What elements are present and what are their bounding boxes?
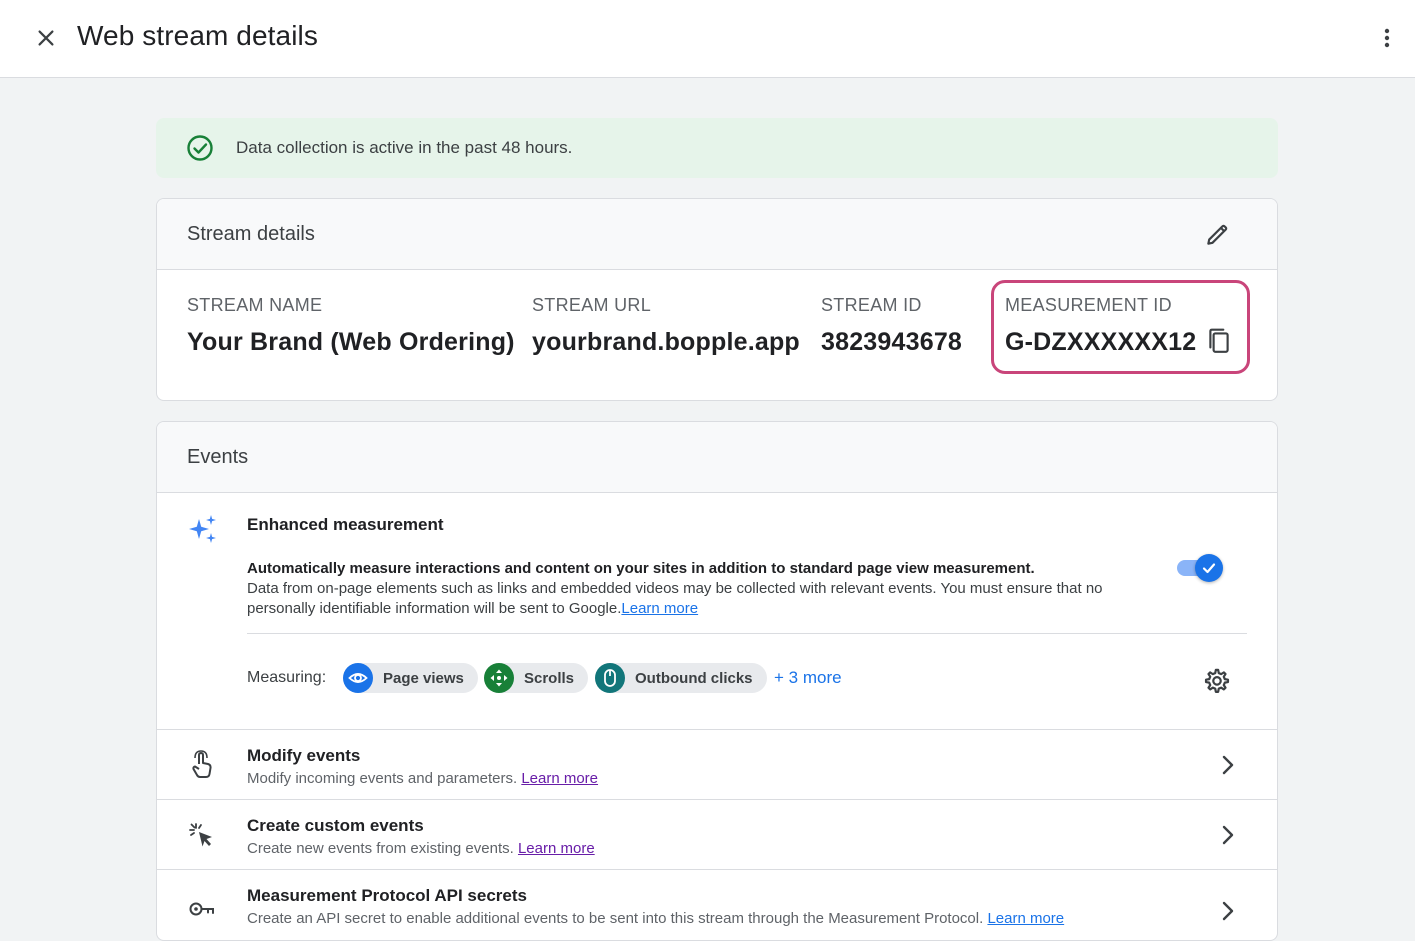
chip-outbound-clicks[interactable]: Outbound clicks	[595, 663, 767, 693]
status-banner: Data collection is active in the past 48…	[156, 118, 1278, 178]
stream-name-field: STREAM NAME Your Brand (Web Ordering)	[187, 295, 515, 357]
chip-scrolls-label: Scrolls	[524, 669, 575, 687]
copy-icon	[1209, 328, 1229, 353]
close-icon	[38, 30, 54, 46]
stream-url-label: STREAM URL	[532, 295, 652, 315]
close-button[interactable]	[26, 18, 66, 58]
events-title: Events	[187, 446, 249, 468]
create-custom-events-row[interactable]: Create custom events Create new events f…	[157, 799, 1277, 869]
stream-details-title: Stream details	[187, 223, 315, 245]
enhanced-measurement-desc-bold: Automatically measure interactions and c…	[247, 560, 1035, 577]
scroll-arrows-icon	[484, 663, 514, 693]
top-bar: Web stream details	[0, 0, 1415, 78]
create-custom-events-desc: Create new events from existing events. …	[247, 840, 595, 857]
modify-events-row[interactable]: Modify events Modify incoming events and…	[157, 729, 1277, 799]
chip-outbound-clicks-label: Outbound clicks	[635, 669, 753, 687]
more-options-button[interactable]	[1367, 18, 1407, 58]
measurement-protocol-desc: Create an API secret to enable additiona…	[247, 910, 1064, 927]
events-card: Events Enhanced measurement Automaticall…	[156, 421, 1278, 941]
chip-page-views[interactable]: Page views	[343, 663, 478, 693]
stream-details-header: Stream details	[157, 199, 1277, 270]
enhanced-measurement-description: Automatically measure interactions and c…	[247, 559, 1167, 619]
click-cursor-icon	[187, 820, 217, 850]
copy-measurement-id-button[interactable]	[1201, 323, 1237, 359]
stream-id-label: STREAM ID	[821, 295, 922, 315]
pencil-icon	[1207, 224, 1228, 245]
key-icon	[187, 894, 217, 924]
chevron-right-icon	[1215, 822, 1241, 848]
measuring-label: Measuring:	[247, 669, 327, 686]
enhanced-measurement-settings-button[interactable]	[1197, 661, 1237, 701]
edit-stream-button[interactable]	[1197, 215, 1237, 255]
modify-events-desc-text: Modify incoming events and parameters.	[247, 770, 518, 787]
stream-name-label: STREAM NAME	[187, 295, 323, 315]
create-custom-events-learn-more-link[interactable]: Learn more	[518, 840, 595, 857]
chevron-right-icon	[1215, 898, 1241, 924]
measurement-protocol-title: Measurement Protocol API secrets	[247, 886, 527, 905]
measurement-protocol-desc-text: Create an API secret to enable additiona…	[247, 910, 984, 927]
create-custom-events-desc-text: Create new events from existing events.	[247, 840, 514, 857]
stream-id-field: STREAM ID 3823943678	[821, 295, 962, 357]
enhanced-measurement-toggle[interactable]	[1177, 553, 1223, 582]
enhanced-measurement-title: Enhanced measurement	[247, 515, 444, 534]
modify-events-learn-more-link[interactable]: Learn more	[521, 770, 598, 787]
chip-scrolls[interactable]: Scrolls	[484, 663, 589, 693]
eye-icon	[343, 663, 373, 693]
sparkle-icon	[189, 515, 216, 543]
stream-url-value: yourbrand.bopple.app	[532, 328, 800, 356]
stream-url-field: STREAM URL yourbrand.bopple.app	[532, 295, 800, 357]
mouse-icon	[595, 663, 625, 693]
measurement-protocol-row[interactable]: Measurement Protocol API secrets Create …	[157, 869, 1277, 939]
measurement-id-value[interactable]: G-DZXXXXXX12	[1005, 328, 1196, 357]
status-banner-text: Data collection is active in the past 48…	[236, 138, 573, 157]
stream-id-value: 3823943678	[821, 328, 963, 356]
stream-name-value: Your Brand (Web Ordering)	[187, 328, 515, 356]
stream-details-card: Stream details STREAM NAME Your Brand (W…	[156, 198, 1278, 401]
check-circle-icon	[187, 135, 213, 161]
enhanced-measurement-learn-more-link[interactable]: Learn more	[621, 600, 698, 617]
measurement-id-label: MEASUREMENT ID	[1005, 295, 1172, 315]
enhanced-measurement-divider	[247, 633, 1247, 634]
chevron-right-icon	[1215, 752, 1241, 778]
measurement-id-field: MEASUREMENT ID G-DZXXXXXX12	[1005, 295, 1196, 357]
toggle-knob	[1195, 554, 1223, 582]
check-icon	[1202, 563, 1216, 574]
gear-icon	[1204, 668, 1230, 693]
measurement-protocol-learn-more-link[interactable]: Learn more	[987, 910, 1064, 927]
enhanced-measurement-section: Enhanced measurement Automatically measu…	[157, 493, 1277, 730]
events-header: Events	[157, 422, 1277, 493]
create-custom-events-title: Create custom events	[247, 816, 424, 835]
more-measurements-link[interactable]: + 3 more	[774, 668, 842, 688]
modify-events-title: Modify events	[247, 746, 361, 765]
modify-events-desc: Modify incoming events and parameters. L…	[247, 770, 598, 787]
more-vert-icon	[1384, 28, 1390, 48]
touch-hand-icon	[187, 750, 217, 780]
page-title: Web stream details	[77, 20, 318, 51]
chip-page-views-label: Page views	[383, 669, 464, 687]
